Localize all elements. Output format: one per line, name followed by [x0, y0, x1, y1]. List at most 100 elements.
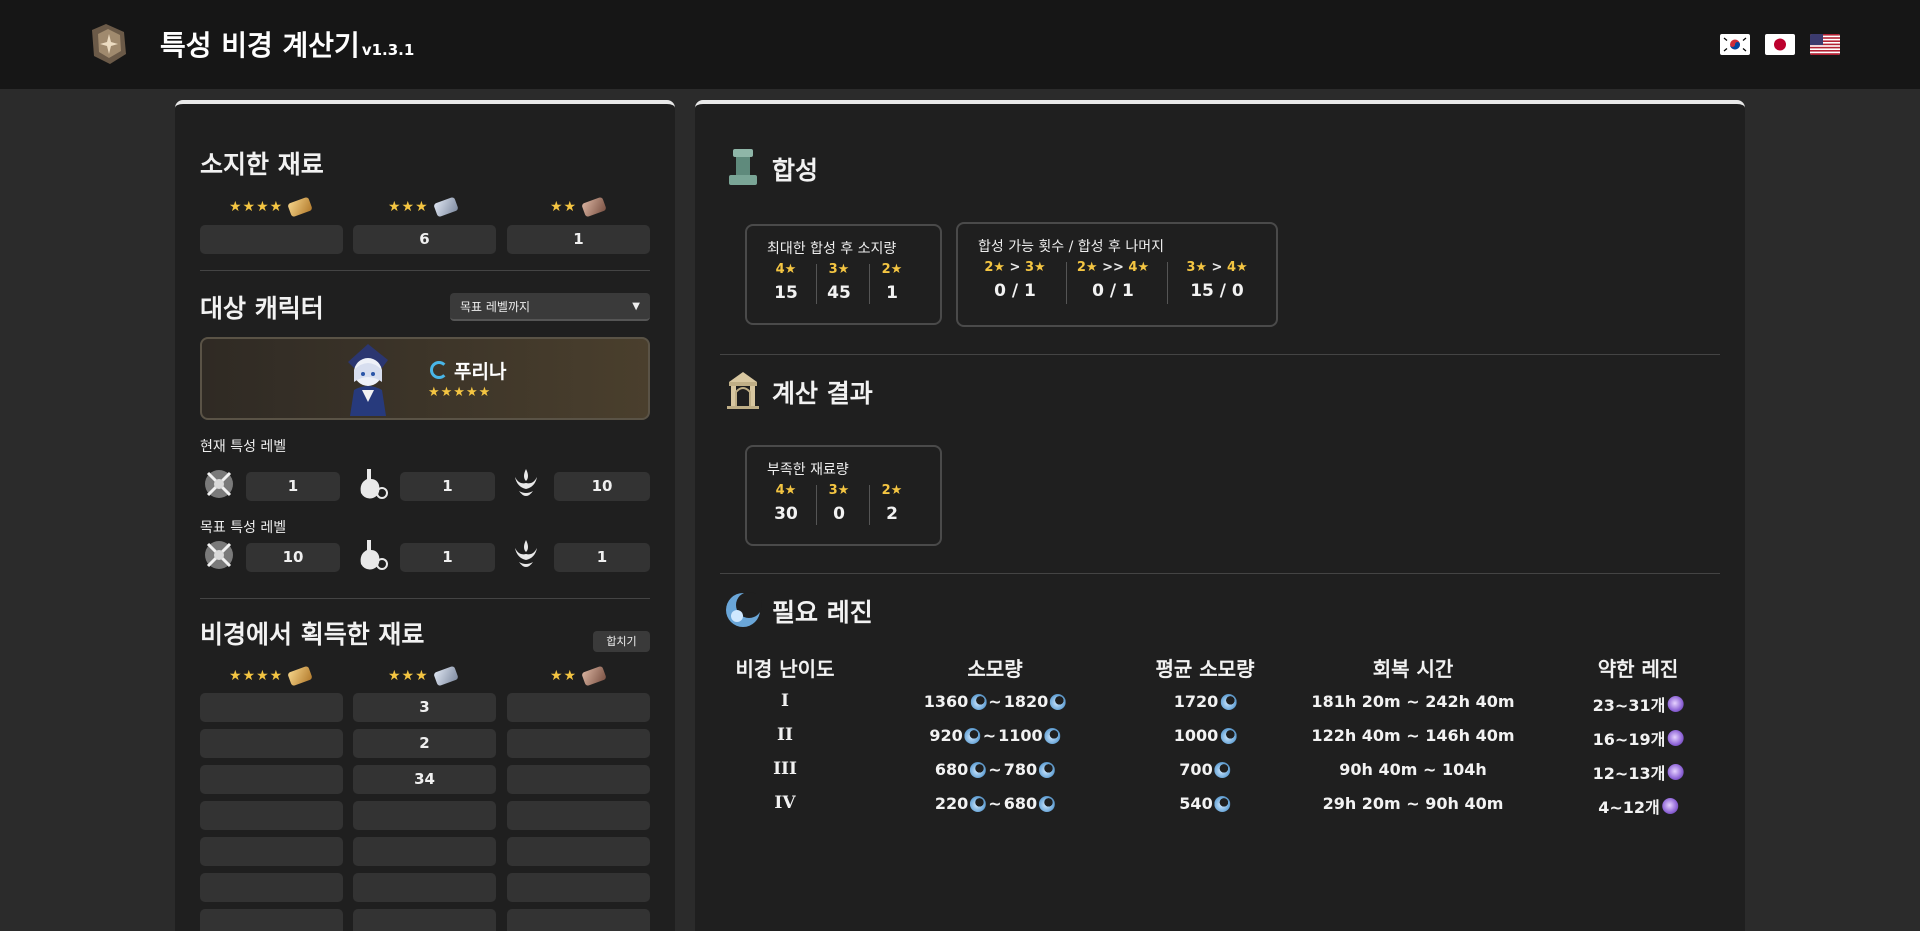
us-flag-icon[interactable] — [1810, 34, 1840, 55]
synthesis-count-card: 합성 가능 횟수 / 합성 후 나머지 2★ > 3★ 0 / 1 2★ >> 4… — [956, 222, 1278, 327]
conversion-value: 0 / 1 — [1092, 281, 1134, 301]
drop-input[interactable] — [200, 693, 343, 722]
drop-input[interactable] — [507, 801, 650, 830]
shortage-title: 부족한 재료량 — [767, 462, 849, 478]
tier-label: 3★ — [828, 262, 850, 277]
top-bar: 특성 비경 계산기 v1.3.1 — [0, 0, 1920, 89]
resin-icon — [1039, 761, 1056, 778]
fragile-resin-icon — [1661, 798, 1678, 814]
owned-3star-input[interactable]: 6 — [353, 225, 496, 254]
tier-value: 2 — [886, 504, 898, 524]
tier-label: 4★ — [775, 262, 797, 277]
tier-label: 4★ — [775, 483, 797, 498]
drop-input[interactable] — [353, 801, 496, 830]
resin-icon — [1220, 693, 1237, 710]
tier-value: 0 — [833, 504, 845, 524]
col-header-cost: 소모량 — [967, 657, 1023, 681]
drop-input[interactable] — [507, 729, 650, 758]
elemental-burst-talent-icon — [515, 540, 537, 567]
star-rating: ★★★★ — [229, 199, 284, 215]
fragile-resin-count: 12~13개 — [1593, 760, 1684, 784]
drop-input[interactable] — [507, 765, 650, 794]
gold-material-icon — [287, 196, 313, 218]
star-rating: ★★ — [550, 199, 578, 215]
drop-input[interactable] — [507, 873, 650, 902]
resin-average: 700 — [1179, 760, 1231, 779]
synthesis-table-icon — [729, 149, 757, 185]
drop-input[interactable] — [353, 837, 496, 866]
tier-value: 30 — [774, 504, 798, 524]
domain-drops-heading: 비경에서 획득한 재료 — [200, 620, 425, 649]
drop-input[interactable] — [353, 909, 496, 931]
current-elemental-burst-input[interactable]: 10 — [554, 472, 650, 501]
drop-input[interactable]: 3 — [353, 693, 496, 722]
divider — [1167, 262, 1168, 304]
app-title: 특성 비경 계산기 v1.3.1 — [160, 24, 414, 64]
drop-input[interactable] — [200, 873, 343, 902]
merge-button[interactable]: 합치기 — [593, 631, 650, 652]
resin-cost-range: 1360 ~1820 — [924, 692, 1067, 711]
japanese-flag-icon[interactable] — [1765, 34, 1795, 55]
resin-icon — [1214, 761, 1231, 778]
drops-tier-4star-label: ★★★★ — [229, 665, 313, 687]
recovery-time: 122h 40m ~ 146h 40m — [1311, 726, 1515, 745]
elemental-burst-talent-icon — [515, 469, 537, 496]
col-header-difficulty: 비경 난이도 — [735, 657, 835, 681]
max-2star-col: 2★ 1 — [872, 262, 912, 303]
goal-talent-label: 목표 특성 레벨 — [200, 520, 287, 536]
divider — [1066, 262, 1067, 304]
resin-icon — [970, 693, 987, 710]
fragile-resin-icon — [1667, 730, 1684, 746]
shortage-3star-col: 3★ 0 — [819, 483, 859, 524]
resin-average: 1720 — [1174, 692, 1237, 711]
result-heading: 계산 결과 — [772, 379, 873, 408]
drop-input[interactable] — [507, 909, 650, 931]
drop-input[interactable]: 34 — [353, 765, 496, 794]
drop-input[interactable] — [200, 729, 343, 758]
max-4star-col: 4★ 15 — [767, 262, 805, 303]
owned-2star-input[interactable]: 1 — [507, 225, 650, 254]
difficulty-level: II — [777, 725, 793, 745]
drop-input[interactable] — [200, 801, 343, 830]
max-synthesis-card: 최대한 합성 후 소지량 4★ 15 3★ 45 2★ 1 — [745, 224, 942, 325]
owned-materials-heading: 소지한 재료 — [200, 150, 324, 179]
goal-elemental-skill-input[interactable]: 1 — [400, 543, 495, 572]
drop-input[interactable] — [200, 765, 343, 794]
difficulty-level: IV — [774, 793, 796, 813]
current-elemental-skill-input[interactable]: 1 — [400, 472, 495, 501]
resin-icon — [1214, 795, 1231, 812]
goal-normal-attack-input[interactable]: 10 — [246, 543, 340, 572]
tier-value: 45 — [827, 283, 851, 303]
drop-input[interactable]: 2 — [353, 729, 496, 758]
calculation-gate-icon — [727, 372, 759, 409]
target-mode-select[interactable]: 목표 레벨까지 ▼ — [450, 293, 650, 321]
drops-tier-2star-label: ★★ — [550, 665, 607, 687]
resin-average: 1000 — [1174, 726, 1237, 745]
synth-3to4-col: 3★ > 4★ 15 / 0 — [1170, 260, 1264, 301]
drop-input[interactable] — [200, 837, 343, 866]
drop-input[interactable] — [507, 693, 650, 722]
character-card[interactable]: 푸리나 ★★★★★ — [200, 337, 650, 420]
max-3star-col: 3★ 45 — [819, 262, 859, 303]
drop-input[interactable] — [200, 909, 343, 931]
goal-elemental-burst-input[interactable]: 1 — [554, 543, 650, 572]
calculation-panel: 합성 최대한 합성 후 소지량 4★ 15 3★ 45 2★ 1 합성 가능 횟수 /… — [695, 100, 1745, 931]
conversion-label: 3★ > 4★ — [1186, 260, 1248, 275]
fragile-resin-count: 4~12개 — [1598, 794, 1678, 818]
resin-cost-range: 920 ~1100 — [929, 726, 1061, 745]
divider — [200, 598, 650, 599]
drop-input[interactable] — [507, 837, 650, 866]
current-normal-attack-input[interactable]: 1 — [246, 472, 340, 501]
current-talent-label: 현재 특성 레벨 — [200, 439, 287, 455]
star-rating: ★★★★ — [229, 668, 284, 684]
conversion-label: 2★ > 3★ — [984, 260, 1046, 275]
caret-down-icon: ▼ — [632, 301, 640, 312]
divider — [720, 573, 1720, 574]
synth-2to4-col: 2★ >> 4★ 0 / 1 — [1068, 260, 1158, 301]
character-name: 푸리나 — [454, 361, 507, 383]
hydro-element-icon — [430, 361, 448, 379]
owned-4star-input[interactable] — [200, 225, 343, 254]
divider — [200, 270, 650, 271]
drop-input[interactable] — [353, 873, 496, 902]
korean-flag-icon[interactable] — [1720, 34, 1750, 55]
